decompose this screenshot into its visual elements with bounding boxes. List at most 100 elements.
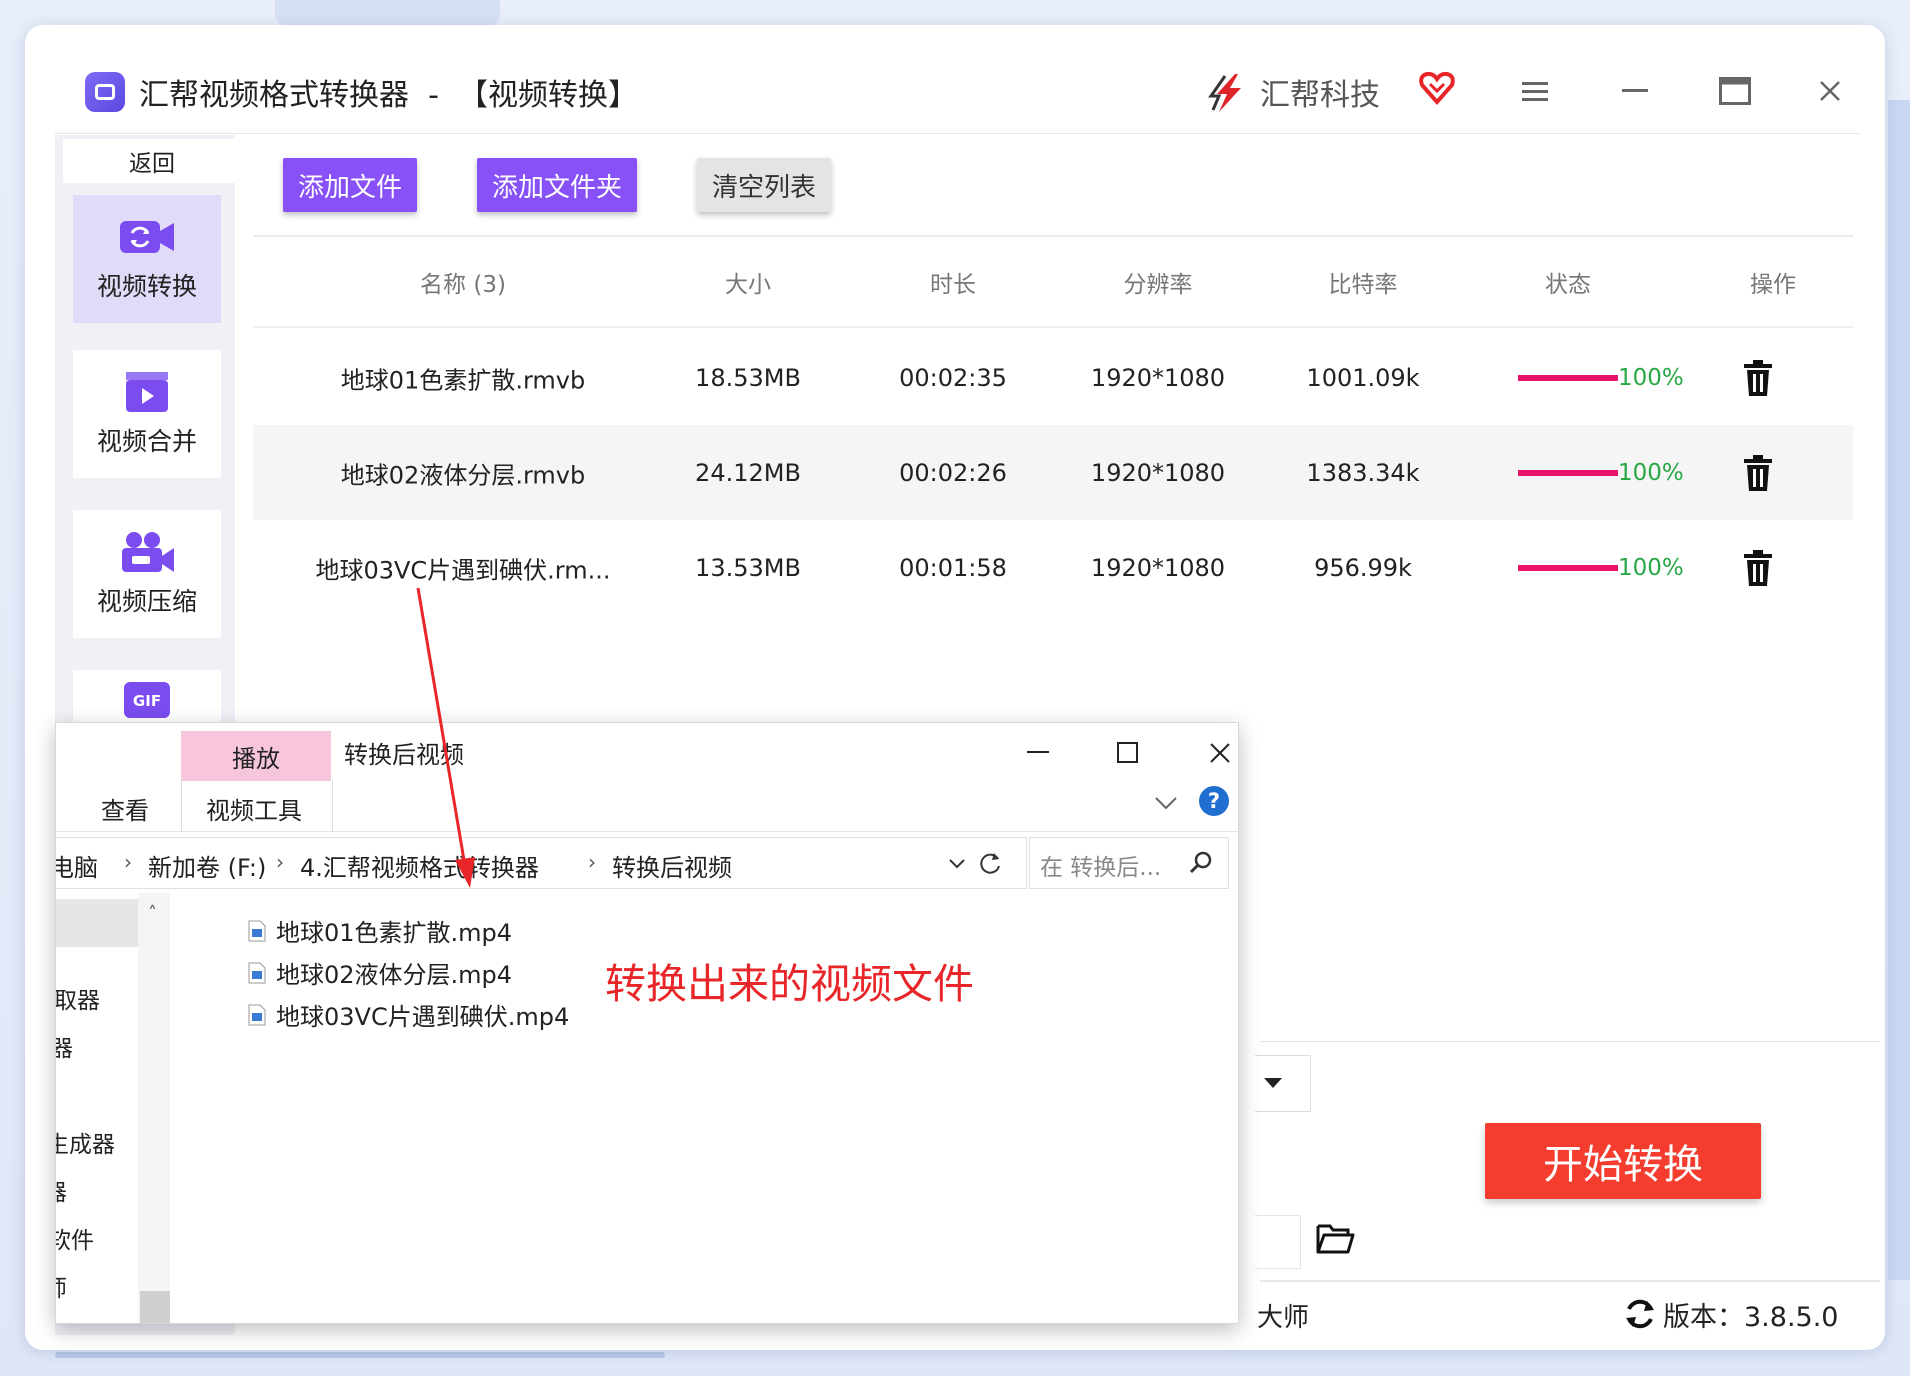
tab-play[interactable]: 播放: [181, 731, 331, 781]
nav-item[interactable]: 软件: [56, 1221, 94, 1255]
sidebar-item-label: 视频合并: [96, 427, 197, 456]
chevron-right-icon: ›: [276, 850, 284, 874]
video-file-icon: [248, 1004, 266, 1025]
scrollbar[interactable]: [138, 893, 170, 1323]
video-compress-icon: [122, 532, 174, 572]
gif-icon: GIF: [124, 682, 170, 718]
address-bar[interactable]: 电脑 › 新加卷 (F:) › 4.汇帮视频格式转换器 › 转换后视频: [56, 837, 1027, 889]
column-header-size: 大小: [725, 272, 771, 298]
start-convert-button[interactable]: 开始转换: [1485, 1123, 1761, 1199]
footer-divider: [1260, 1280, 1880, 1282]
scrollbar-thumb[interactable]: [140, 1291, 170, 1323]
toolbar-divider: [253, 235, 1853, 237]
chevron-right-icon: ›: [124, 850, 132, 874]
nav-selected-item[interactable]: [56, 899, 138, 947]
file-duration: 00:02:26: [899, 458, 1007, 487]
output-path-dropdown[interactable]: [1255, 1215, 1301, 1269]
format-dropdown[interactable]: [1255, 1055, 1311, 1112]
progress-bar: [1518, 374, 1618, 381]
breadcrumb-item[interactable]: 转换后视频: [612, 848, 732, 883]
column-header-bitrate: 比特率: [1328, 272, 1398, 298]
file-duration: 00:01:58: [899, 553, 1007, 582]
trash-icon[interactable]: [1742, 359, 1774, 397]
table-row[interactable]: 地球02液体分层.rmvb 24.12MB 00:02:26 1920*1080…: [253, 425, 1853, 520]
sidebar-item-video-compress[interactable]: 视频压缩: [73, 510, 221, 638]
breadcrumb-item[interactable]: 新加卷 (F:): [148, 848, 266, 883]
header-divider: [55, 133, 1860, 134]
column-header-name: 名称 (3): [420, 272, 506, 298]
settings-divider: [1260, 1041, 1880, 1042]
clear-list-button[interactable]: 清空列表: [697, 158, 831, 212]
app-title: 汇帮视频格式转换器 - 【视频转换】: [139, 78, 638, 113]
progress-bar: [1518, 469, 1618, 476]
back-button[interactable]: 返回: [63, 139, 241, 183]
breadcrumb-item[interactable]: 电脑: [56, 848, 98, 883]
trash-icon[interactable]: [1742, 454, 1774, 492]
trash-icon[interactable]: [1742, 549, 1774, 587]
brand-logo-icon: [1208, 74, 1241, 112]
breadcrumb-item[interactable]: 4.汇帮视频格式转换器: [300, 848, 539, 883]
app-logo-icon: [85, 72, 125, 112]
chevron-down-icon[interactable]: [1151, 788, 1181, 818]
nav-item[interactable]: 器: [56, 1029, 73, 1063]
nav-item[interactable]: 生成器: [56, 1125, 115, 1159]
title-bar: 汇帮视频格式转换器 - 【视频转换】 汇帮科技: [55, 60, 1855, 124]
brand-name: 汇帮科技: [1260, 78, 1380, 113]
file-resolution: 1920*1080: [1090, 553, 1226, 582]
footer-link-fragment[interactable]: 大师: [1257, 1297, 1309, 1334]
search-icon[interactable]: [1188, 850, 1214, 876]
minimize-icon[interactable]: [1610, 66, 1660, 116]
nav-item[interactable]: 取器: [56, 981, 100, 1015]
video-convert-icon: [120, 221, 174, 253]
nav-item[interactable]: 器: [56, 1173, 67, 1207]
progress-percent: 100%: [1618, 459, 1684, 486]
progress-percent: 100%: [1618, 554, 1684, 581]
desktop-scrollbar: [55, 1352, 665, 1358]
add-folder-button[interactable]: 添加文件夹: [477, 158, 637, 212]
minimize-icon[interactable]: [1016, 731, 1060, 775]
sidebar-item-label: 视频压缩: [96, 587, 197, 616]
table-header: 名称 (3) 大小 时长 分辨率 比特率 状态 操作: [253, 265, 1853, 307]
folder-open-icon[interactable]: [1315, 1220, 1355, 1256]
close-icon[interactable]: [1805, 66, 1855, 116]
close-icon[interactable]: [1198, 731, 1238, 775]
heart-icon: [1419, 71, 1455, 106]
maximize-icon[interactable]: [1710, 66, 1760, 116]
sidebar-item-gif[interactable]: GIF: [73, 670, 221, 730]
search-placeholder: 在 转换后...: [1040, 855, 1162, 881]
file-name: 地球03VC片遇到碘伏.mp4: [276, 1003, 570, 1031]
desktop-tab: [275, 0, 500, 26]
video-file-icon: [248, 962, 266, 983]
table-row[interactable]: 地球01色素扩散.rmvb 18.53MB 00:02:35 1920*1080…: [253, 330, 1853, 425]
search-input[interactable]: 在 转换后...: [1029, 837, 1229, 889]
video-merge-icon: [126, 372, 168, 412]
nav-item[interactable]: 师: [56, 1269, 67, 1303]
refresh-icon[interactable]: [1623, 1297, 1657, 1331]
sidebar-item-video-merge[interactable]: 视频合并: [73, 350, 221, 478]
table-row[interactable]: 地球03VC片遇到碘伏.rm... 13.53MB 00:01:58 1920*…: [253, 520, 1853, 615]
refresh-icon[interactable]: [978, 850, 1004, 876]
sidebar-item-video-convert[interactable]: 视频转换: [73, 195, 221, 323]
chevron-right-icon: ›: [588, 850, 596, 874]
tab-video-tools[interactable]: 视频工具: [206, 791, 302, 826]
file-item[interactable]: 地球03VC片遇到碘伏.mp4: [248, 997, 569, 1032]
progress-percent: 100%: [1618, 364, 1684, 391]
file-resolution: 1920*1080: [1090, 458, 1226, 487]
scroll-up-icon[interactable]: ˄: [148, 903, 157, 924]
explorer-title: 转换后视频: [344, 741, 464, 769]
file-bitrate: 1383.34k: [1306, 458, 1420, 487]
version-label: 版本：3.8.5.0: [1663, 1302, 1839, 1333]
file-item[interactable]: 地球02液体分层.mp4: [248, 955, 512, 990]
file-item[interactable]: 地球01色素扩散.mp4: [248, 913, 512, 948]
help-icon[interactable]: ?: [1199, 786, 1229, 816]
menu-icon[interactable]: [1510, 66, 1560, 116]
add-file-button[interactable]: 添加文件: [283, 158, 417, 212]
file-name: 地球01色素扩散.mp4: [276, 919, 513, 947]
file-name: 地球03VC片遇到碘伏.rm...: [315, 556, 611, 584]
chevron-down-icon[interactable]: [946, 852, 968, 874]
file-name: 地球01色素扩散.rmvb: [340, 366, 586, 394]
maximize-icon[interactable]: [1106, 731, 1150, 775]
file-bitrate: 1001.09k: [1306, 363, 1420, 392]
tab-view[interactable]: 查看: [101, 791, 149, 826]
file-name: 地球02液体分层.rmvb: [340, 461, 586, 489]
